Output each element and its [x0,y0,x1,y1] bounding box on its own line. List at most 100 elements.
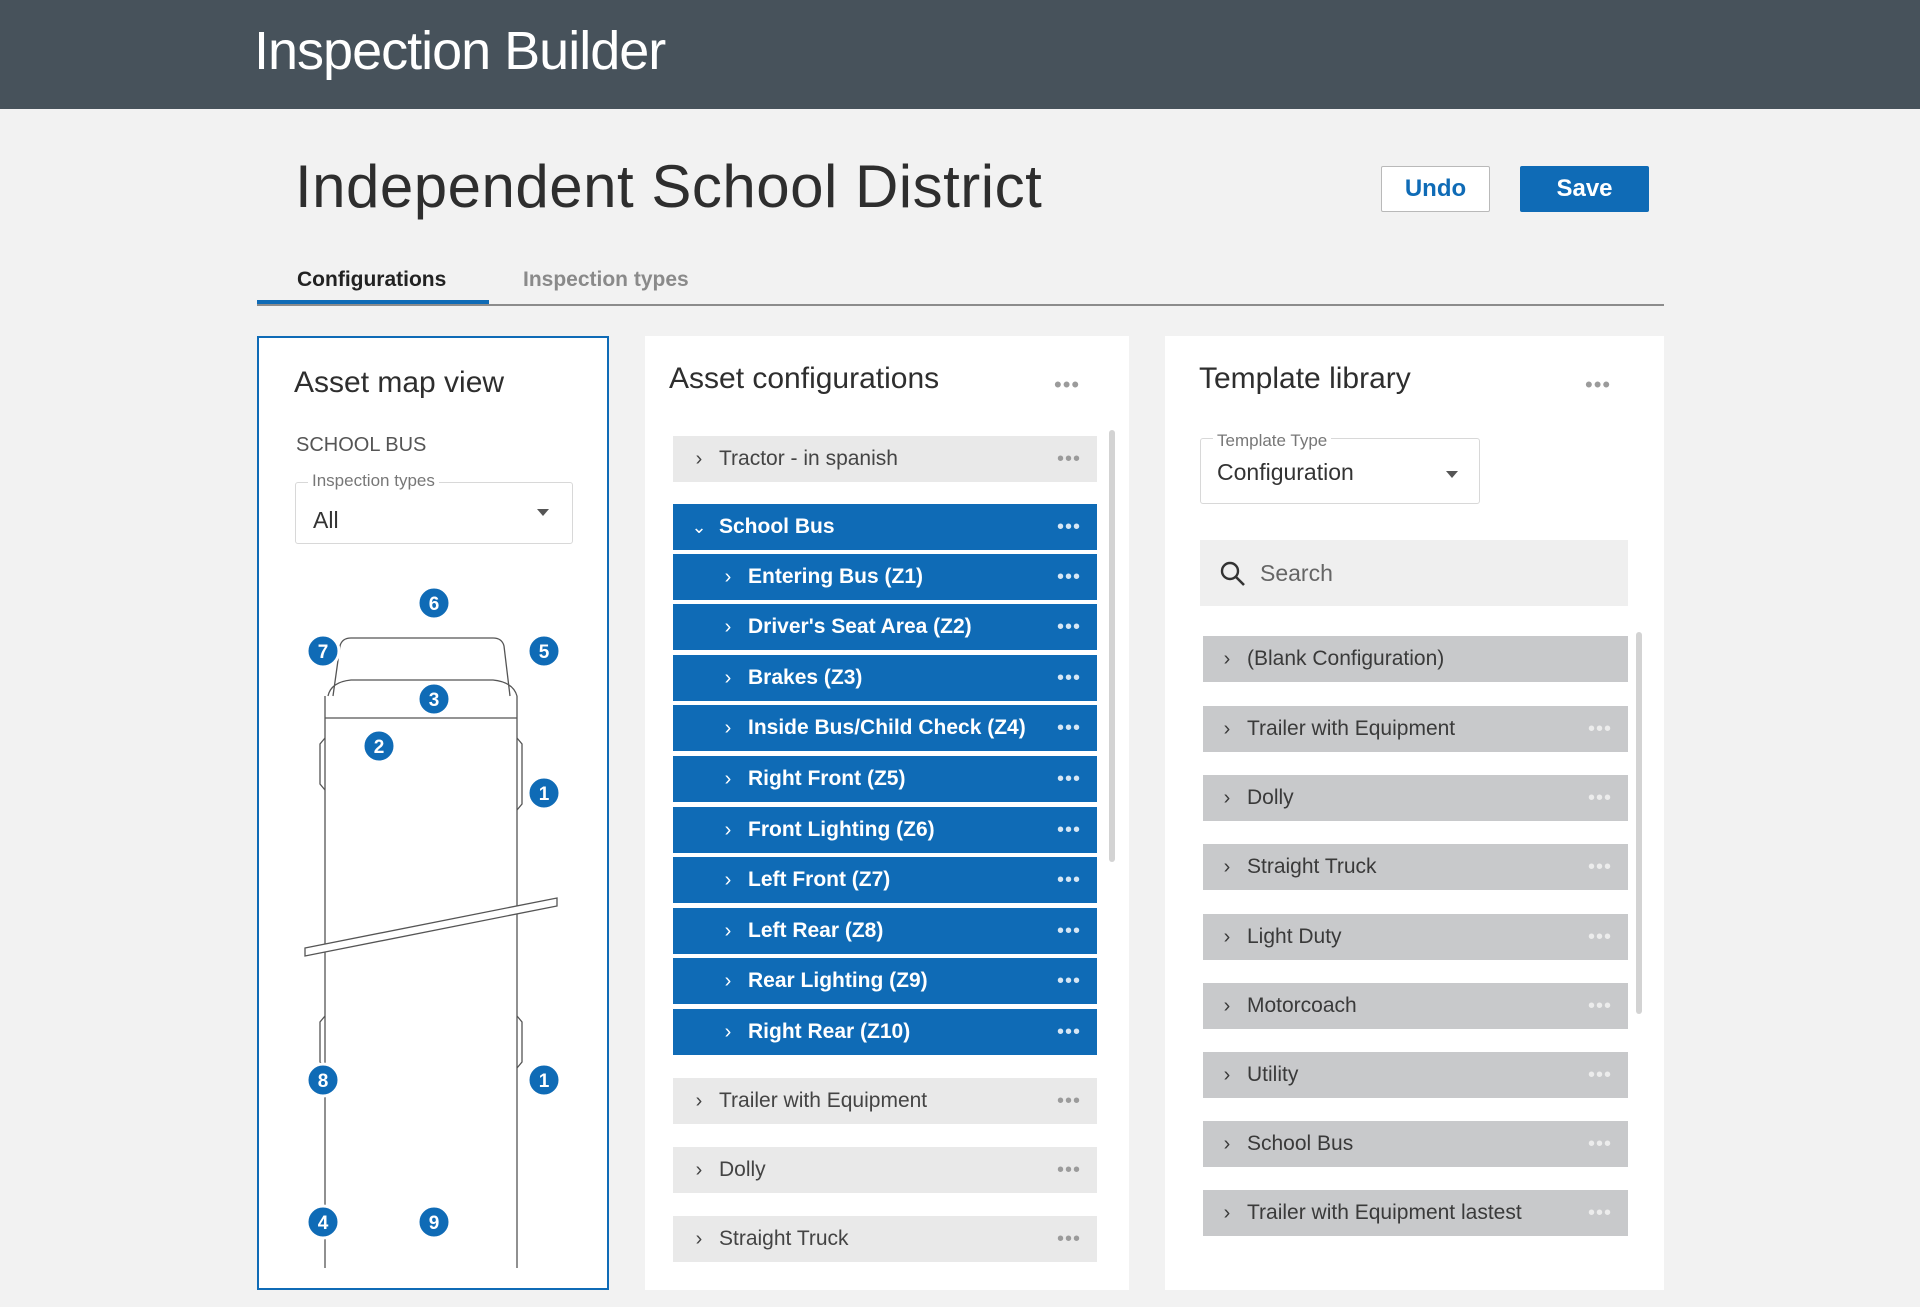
zone-item-z7[interactable]: › Left Front (Z7) ••• [673,857,1097,903]
zone-marker-4[interactable]: 4 [305,1204,341,1240]
template-item-label: Light Duty [1247,925,1342,948]
config-item-label: Trailer with Equipment [719,1089,928,1112]
row-menu-icon[interactable]: ••• [1588,787,1612,810]
chevron-down-icon: ⌄ [691,516,707,537]
row-menu-icon[interactable]: ••• [1057,717,1081,740]
template-library-scrollbar[interactable] [1636,632,1642,1014]
row-menu-icon[interactable]: ••• [1057,566,1081,589]
svg-text:9: 9 [429,1213,440,1234]
template-item-straight-truck[interactable]: › Straight Truck ••• [1203,844,1628,890]
config-item-straight-truck[interactable]: › Straight Truck ••• [673,1216,1097,1262]
zone-marker-1-front[interactable]: 1 [526,775,562,811]
zone-item-z1[interactable]: › Entering Bus (Z1) ••• [673,554,1097,600]
row-menu-icon[interactable]: ••• [1057,1228,1081,1251]
row-menu-icon[interactable]: ••• [1057,448,1081,471]
zone-item-label: Right Front (Z5) [748,767,906,790]
template-item-label: Trailer with Equipment lastest [1247,1201,1522,1224]
zone-item-z9[interactable]: › Rear Lighting (Z9) ••• [673,958,1097,1004]
save-button[interactable]: Save [1520,166,1649,212]
template-item-utility[interactable]: › Utility ••• [1203,1052,1628,1098]
config-item-school-bus[interactable]: ⌄ School Bus ••• [673,504,1097,550]
zone-item-label: Brakes (Z3) [748,666,863,689]
zone-item-z5[interactable]: › Right Front (Z5) ••• [673,756,1097,802]
zone-item-z4[interactable]: › Inside Bus/Child Check (Z4) ••• [673,705,1097,751]
zone-item-z10[interactable]: › Right Rear (Z10) ••• [673,1009,1097,1055]
template-item-label: Dolly [1247,786,1294,809]
config-item-trailer[interactable]: › Trailer with Equipment ••• [673,1078,1097,1124]
zone-marker-8[interactable]: 8 [305,1062,341,1098]
row-menu-icon[interactable]: ••• [1057,970,1081,993]
template-library-menu-icon[interactable]: ••• [1585,374,1611,396]
row-menu-icon[interactable]: ••• [1057,869,1081,892]
row-menu-icon[interactable]: ••• [1588,995,1612,1018]
svg-text:8: 8 [318,1071,329,1092]
tab-inspection-types[interactable]: Inspection types [523,268,689,292]
svg-text:1: 1 [539,784,550,805]
zone-marker-9[interactable]: 9 [416,1204,452,1240]
template-type-select-value: Configuration [1217,459,1354,485]
zone-marker-3[interactable]: 3 [416,681,452,717]
row-menu-icon[interactable]: ••• [1588,718,1612,741]
template-item-trailer[interactable]: › Trailer with Equipment ••• [1203,706,1628,752]
zone-marker-6[interactable]: 6 [416,585,452,621]
zone-marker-7[interactable]: 7 [305,633,341,669]
row-menu-icon[interactable]: ••• [1588,1202,1612,1225]
row-menu-icon[interactable]: ••• [1057,1159,1081,1182]
chevron-right-icon: › [724,565,732,588]
template-search-field[interactable]: Search [1200,540,1628,606]
zone-item-label: Right Rear (Z10) [748,1020,911,1043]
template-item-trailer-lastest[interactable]: › Trailer with Equipment lastest ••• [1203,1190,1628,1236]
top-bar: Inspection Builder [0,0,1920,109]
chevron-right-icon: › [1223,994,1231,1017]
tab-configurations[interactable]: Configurations [297,268,446,292]
row-menu-icon[interactable]: ••• [1057,920,1081,943]
app-title: Inspection Builder [254,21,666,81]
config-item-label: Tractor - in spanish [719,447,898,470]
config-item-label: School Bus [719,515,835,538]
row-menu-icon[interactable]: ••• [1588,1133,1612,1156]
chevron-down-icon [1446,471,1458,478]
config-item-dolly[interactable]: › Dolly ••• [673,1147,1097,1193]
row-menu-icon[interactable]: ••• [1588,856,1612,879]
row-menu-icon[interactable]: ••• [1588,926,1612,949]
asset-configurations-menu-icon[interactable]: ••• [1054,374,1080,396]
template-item-label: Trailer with Equipment [1247,717,1456,740]
chevron-right-icon: › [1223,647,1231,670]
template-library-title: Template library [1199,362,1411,395]
row-menu-icon[interactable]: ••• [1057,1090,1081,1113]
chevron-right-icon: › [695,1089,703,1112]
zone-marker-1-rear[interactable]: 1 [526,1062,562,1098]
template-item-blank[interactable]: › (Blank Configuration) [1203,636,1628,682]
template-item-label: (Blank Configuration) [1247,647,1445,670]
zone-item-z2[interactable]: › Driver's Seat Area (Z2) ••• [673,604,1097,650]
undo-button[interactable]: Undo [1381,166,1490,212]
chevron-right-icon: › [724,767,732,790]
chevron-right-icon: › [724,615,732,638]
row-menu-icon[interactable]: ••• [1057,516,1081,539]
zone-marker-5[interactable]: 5 [526,633,562,669]
asset-configurations-scrollbar[interactable] [1109,430,1115,862]
zone-item-z3[interactable]: › Brakes (Z3) ••• [673,655,1097,701]
chevron-right-icon: › [1223,925,1231,948]
zone-item-z6[interactable]: › Front Lighting (Z6) ••• [673,807,1097,853]
row-menu-icon[interactable]: ••• [1057,768,1081,791]
row-menu-icon[interactable]: ••• [1057,667,1081,690]
zone-marker-2[interactable]: 2 [361,728,397,764]
config-item-tractor[interactable]: › Tractor - in spanish ••• [673,436,1097,482]
svg-text:4: 4 [318,1213,329,1234]
template-type-select-label: Template Type [1213,431,1332,451]
row-menu-icon[interactable]: ••• [1588,1064,1612,1087]
template-item-motorcoach[interactable]: › Motorcoach ••• [1203,983,1628,1029]
svg-text:2: 2 [374,737,385,758]
row-menu-icon[interactable]: ••• [1057,616,1081,639]
template-library-panel: Template library ••• Template Type Confi… [1165,336,1664,1290]
zone-item-label: Front Lighting (Z6) [748,818,935,841]
zone-item-z8[interactable]: › Left Rear (Z8) ••• [673,908,1097,954]
template-item-light-duty[interactable]: › Light Duty ••• [1203,914,1628,960]
search-input[interactable]: Search [1260,560,1333,587]
row-menu-icon[interactable]: ••• [1057,819,1081,842]
template-item-school-bus[interactable]: › School Bus ••• [1203,1121,1628,1167]
template-item-dolly[interactable]: › Dolly ••• [1203,775,1628,821]
template-type-select[interactable]: Template Type Configuration [1200,431,1480,504]
row-menu-icon[interactable]: ••• [1057,1021,1081,1044]
